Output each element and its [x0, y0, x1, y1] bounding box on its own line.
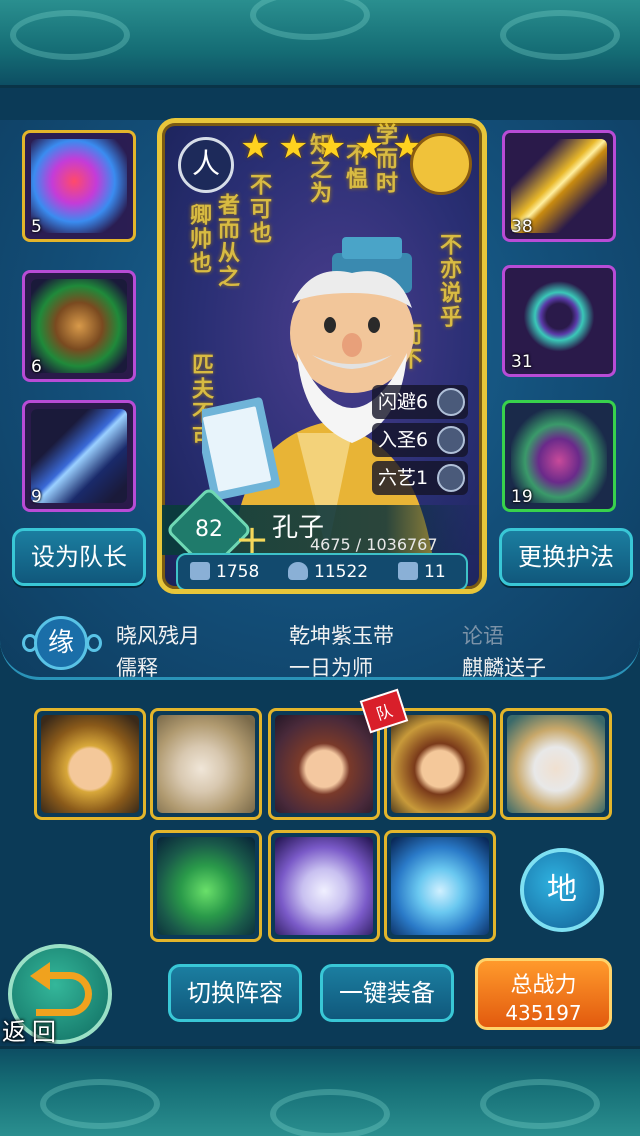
equip-level: 6	[31, 357, 42, 377]
fate-item[interactable]: 乾坤紫玉带	[289, 620, 394, 650]
earth-element-button[interactable]: 地	[520, 848, 604, 932]
hero-card[interactable]: 卿帅也 者而从之 不可也 知之为 不愠 学而时 不亦说乎 匹夫不可 而不 ★ ★…	[157, 118, 487, 594]
top-ornament-band	[0, 0, 640, 88]
equip-slot-right-2[interactable]: 31	[502, 265, 616, 377]
elder-sage-portrait	[507, 715, 605, 813]
green-dragon-beast-portrait	[157, 837, 255, 935]
attribute-book: 1758	[190, 562, 259, 582]
one-click-equip-button[interactable]: 一键装备	[320, 964, 454, 1022]
fate-item[interactable]: 儒释	[116, 652, 158, 682]
dodge-icon	[437, 388, 465, 416]
party-slot[interactable]	[34, 708, 146, 820]
fate-item[interactable]: 晓风残月	[116, 620, 200, 650]
fate-item[interactable]: 论语	[462, 620, 504, 650]
attribute-boot: 11	[398, 562, 446, 582]
stat-label: 入圣6	[378, 429, 429, 451]
hero-stat-pill[interactable]: 闪避6	[372, 385, 468, 419]
party-slot[interactable]	[384, 830, 496, 942]
equip-slot-left-2[interactable]: 6	[22, 270, 136, 382]
fate-icon: 缘	[22, 612, 102, 674]
equip-slot-left-1[interactable]: 5	[22, 130, 136, 242]
heart-icon	[288, 562, 308, 580]
lotus-maiden-portrait	[275, 715, 373, 813]
change-guardian-button[interactable]: 更换护法	[499, 528, 633, 586]
power-label: 总战力	[510, 973, 577, 998]
power-value: 435197	[505, 1001, 582, 1025]
switch-lineup-button[interactable]: 切换阵容	[168, 964, 302, 1022]
party-slot[interactable]	[268, 830, 380, 942]
party-slot[interactable]	[384, 708, 496, 820]
equip-level: 5	[31, 217, 42, 237]
bamboo-scroll-icon	[31, 279, 127, 373]
attribute-heart: 11522	[288, 562, 368, 582]
star-icon: ★	[354, 127, 385, 167]
star-icon: ★	[240, 127, 271, 167]
equip-slot-right-1[interactable]: 38	[502, 130, 616, 242]
total-power-button[interactable]: 总战力 435197	[475, 958, 612, 1030]
warrior-captain-portrait	[391, 715, 489, 813]
stat-label: 六艺1	[378, 467, 429, 489]
monk-hero-portrait	[41, 715, 139, 813]
hero-stat-pill[interactable]: 六艺1	[372, 461, 468, 495]
hero-exp: 4675 / 1036767	[310, 535, 438, 554]
hero-stat-pill[interactable]: 入圣6	[372, 423, 468, 457]
class-badge: 人	[178, 137, 234, 193]
book-icon	[190, 562, 210, 580]
stat-label: 闪避6	[378, 391, 429, 413]
hero-level: 82	[195, 517, 223, 542]
fate-item[interactable]: 一日为师	[289, 652, 373, 682]
equip-level: 31	[511, 352, 533, 372]
party-slot[interactable]	[268, 708, 380, 820]
confucius-hero-portrait	[157, 715, 255, 813]
equip-level: 19	[511, 487, 533, 507]
sage-icon	[437, 426, 465, 454]
bottom-ornament-band	[0, 1046, 640, 1136]
party-slot[interactable]	[150, 830, 262, 942]
azure-qilin-beast-portrait	[391, 837, 489, 935]
fate-item[interactable]: 麒麟送子	[462, 652, 546, 682]
orb-icon	[31, 139, 127, 233]
drum-icon[interactable]	[410, 133, 472, 195]
set-captain-button[interactable]: 设为队长	[12, 528, 146, 586]
arts-icon	[437, 464, 465, 492]
party-slot[interactable]	[150, 708, 262, 820]
hero-attribute-bar: 1758 11522 11	[176, 553, 468, 589]
boot-icon	[398, 562, 418, 580]
staff-icon	[31, 409, 127, 503]
back-label[interactable]: 返回	[2, 1012, 62, 1047]
star-icon: ★	[278, 127, 309, 167]
equip-slot-right-3[interactable]: 19	[502, 400, 616, 512]
party-slot[interactable]	[500, 708, 612, 820]
equip-slot-left-3[interactable]: 9	[22, 400, 136, 512]
equip-level: 38	[511, 217, 533, 237]
equip-level: 9	[31, 487, 42, 507]
star-icon: ★	[316, 127, 347, 167]
white-tiger-beast-portrait	[275, 837, 373, 935]
